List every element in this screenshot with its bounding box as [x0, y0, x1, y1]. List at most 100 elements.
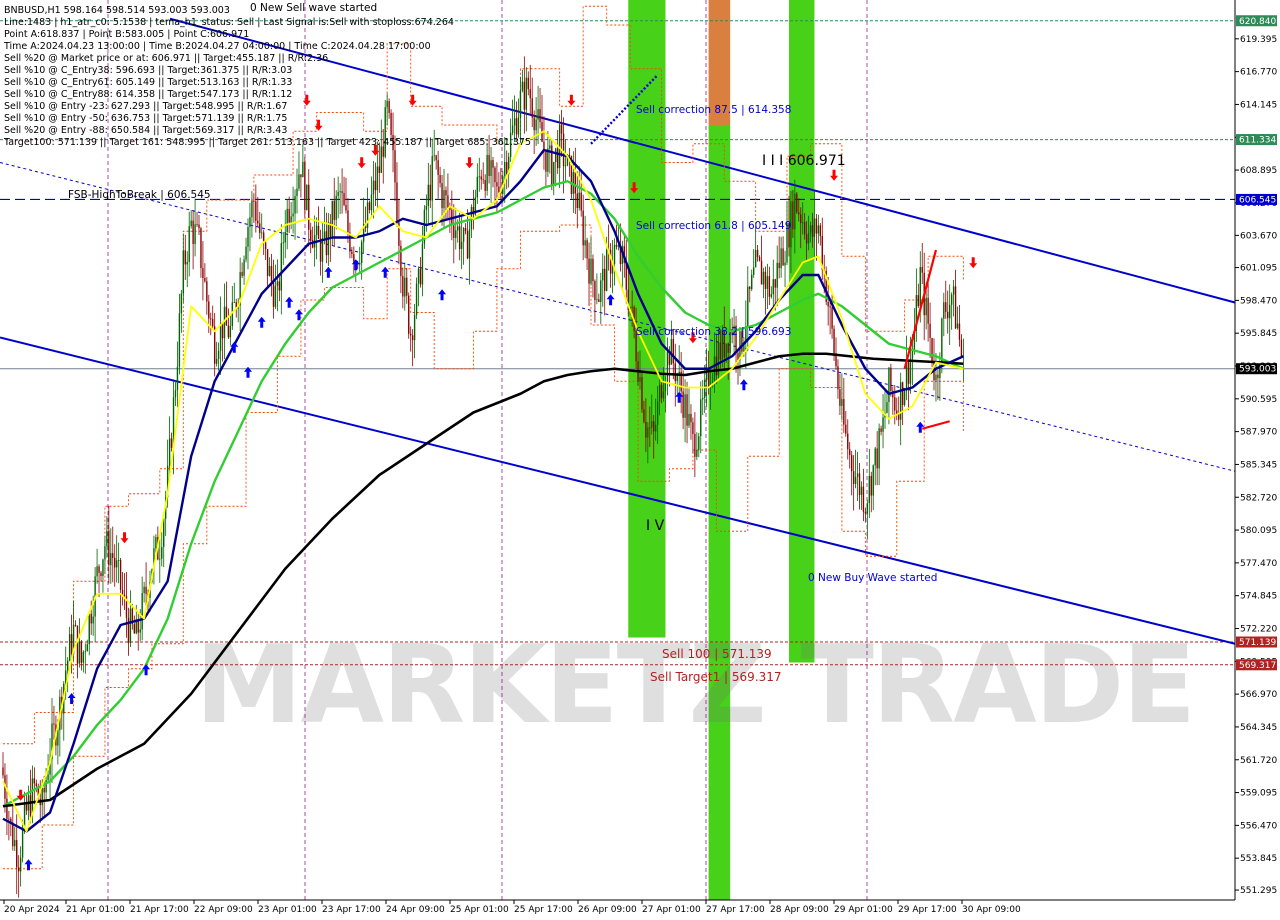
candle-body [298, 174, 300, 189]
watermark-text: MARKETZ TRADE [195, 623, 1194, 748]
candle-body [556, 148, 559, 169]
candle-body [762, 271, 765, 285]
time-tick-label: 26 Apr 09:00 [578, 905, 637, 915]
candle-body [590, 258, 592, 284]
candle-body [17, 867, 20, 872]
candle-body [894, 397, 896, 411]
candle-body [519, 90, 522, 118]
candle-body [766, 276, 769, 289]
candle-body [531, 98, 533, 118]
candle-body [937, 374, 939, 379]
fsb-high-label: FSB-HighToBreak | 606.545 [68, 189, 211, 201]
info-line: Sell %10 @ C_Entry61: 605.149 || Target:… [4, 77, 292, 88]
candle-body [21, 827, 24, 858]
candle-body [227, 325, 230, 338]
candle-body [903, 391, 906, 405]
candle-body [488, 155, 490, 176]
price-tick-label: 619.395 [1240, 35, 1277, 45]
candle-body [47, 774, 49, 781]
price-tick-label: 574.845 [1240, 592, 1277, 602]
candle-body [798, 212, 800, 215]
candle-body [394, 150, 396, 183]
candle-body [121, 589, 124, 595]
candle-body [29, 795, 32, 817]
candle-body [882, 417, 884, 432]
candle-body [803, 222, 806, 235]
price-tag-611-text: 611.334 [1239, 136, 1276, 146]
candle-body [537, 109, 539, 120]
candle-body [529, 89, 531, 99]
candle-body [255, 201, 257, 221]
price-tick-label: 572.220 [1240, 625, 1277, 635]
candle-body [141, 593, 143, 630]
candle-body [310, 229, 312, 241]
candle-body [641, 377, 643, 410]
price-tag-593: 593.003 [1236, 363, 1277, 375]
candle-body [323, 231, 326, 239]
candle-body [666, 351, 669, 382]
price-tag-569: 569.317 [1236, 659, 1277, 671]
candle-body [815, 218, 818, 234]
candle-body [888, 367, 890, 402]
candle-body [168, 438, 171, 466]
candle-body [292, 213, 294, 217]
time-tick-label: 28 Apr 09:00 [770, 905, 829, 915]
candle-body [564, 165, 567, 167]
candle-body [76, 625, 79, 664]
wave-iv-label: I V [646, 518, 665, 534]
candle-body [670, 338, 673, 365]
price-tag-569-text: 569.317 [1239, 661, 1276, 671]
candle-body [12, 822, 14, 847]
candle-body [351, 251, 353, 255]
candle-body [284, 231, 286, 243]
candle-body [631, 306, 633, 308]
candle-body [615, 244, 618, 247]
candle-body [8, 818, 10, 820]
candle-body [413, 315, 416, 341]
candle-body [396, 182, 398, 223]
price-chart[interactable]: MARKETZ TRADE 0 New Sell wave started FS… [0, 0, 1280, 920]
info-line: Point A:618.837 | Point B:583.005 | Poin… [4, 29, 249, 40]
candle-body [576, 193, 578, 208]
candle-body [952, 286, 955, 295]
candle-body [553, 162, 555, 186]
candle-body [647, 427, 649, 438]
candle-body [719, 342, 722, 360]
price-tick-label: 553.845 [1240, 854, 1277, 864]
info-line: Sell %20 @ Market price or at: 606.971 |… [4, 53, 328, 64]
candle-body [378, 166, 381, 173]
candle-body [533, 117, 535, 131]
candle-body [110, 553, 112, 566]
candle-body [253, 200, 255, 202]
candle-body [188, 226, 190, 262]
candle-body [931, 337, 933, 363]
candle-body [698, 436, 700, 450]
candle-body [805, 234, 808, 244]
candle-body [84, 651, 87, 653]
candle-body [208, 301, 210, 319]
candle-body [960, 339, 963, 356]
sell-correction-875-label: Sell correction 87.5 | 614.358 [636, 104, 791, 116]
candle-body [337, 191, 339, 196]
price-tag-606-text: 606.545 [1239, 195, 1276, 205]
candle-body [604, 268, 606, 291]
candle-body [772, 279, 774, 295]
candle-body [582, 210, 584, 246]
candle-body [108, 530, 110, 566]
candle-body [907, 362, 910, 384]
candle-body [870, 475, 872, 496]
candle-body [539, 109, 541, 123]
candle-body [713, 356, 716, 382]
candle-body [16, 840, 18, 868]
price-tag-620: 620.840 [1236, 15, 1277, 27]
candle-body [909, 358, 912, 384]
candle-body [754, 249, 757, 268]
candle-body [643, 409, 645, 422]
candle-body [490, 160, 492, 176]
candle-body [155, 537, 157, 549]
candle-body [515, 118, 518, 135]
candle-body [243, 259, 245, 276]
candle-body [251, 200, 253, 218]
candle-body [161, 546, 163, 559]
time-tick-label: 25 Apr 01:00 [450, 905, 509, 915]
